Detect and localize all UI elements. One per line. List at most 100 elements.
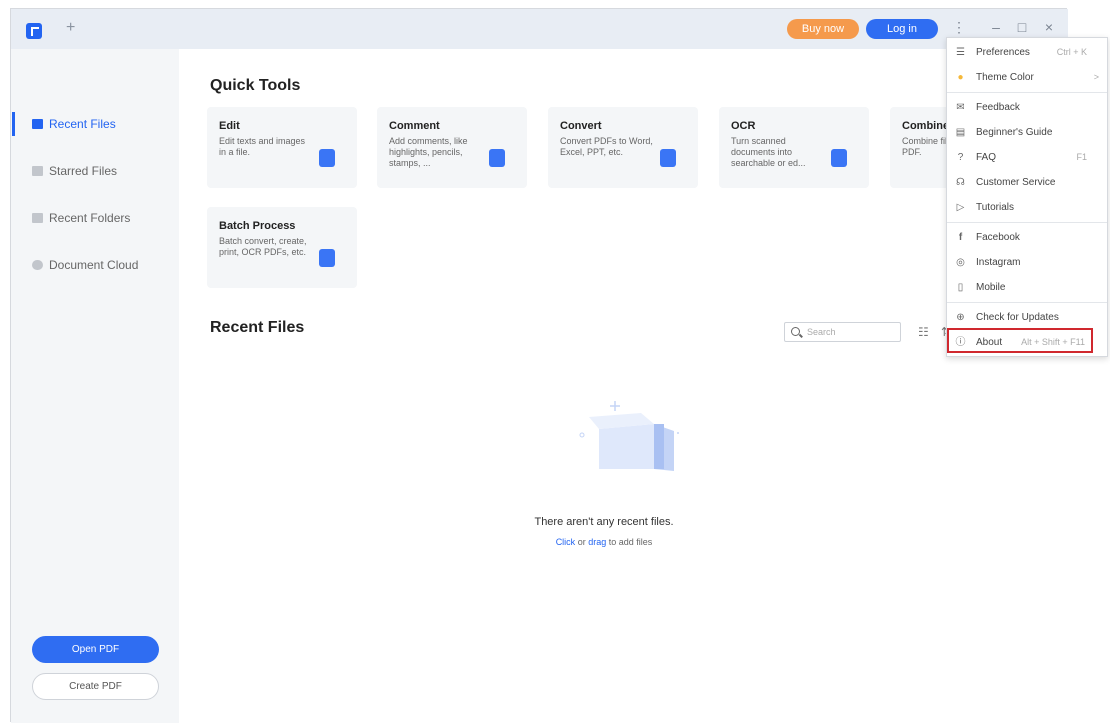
sidebar-item-recent-files[interactable]: Recent Files bbox=[11, 112, 179, 136]
sidebar-item-label: Recent Folders bbox=[49, 211, 131, 225]
more-menu: ☰ Preferences Ctrl + K ● Theme Color > ✉… bbox=[946, 37, 1108, 357]
search-icon bbox=[791, 327, 800, 336]
title-bar: + Buy now Log in ⋮ – □ × bbox=[11, 9, 1068, 49]
minimize-button[interactable]: – bbox=[988, 19, 1004, 35]
tool-desc: Add comments, like highlights, pencils, … bbox=[389, 136, 468, 168]
sidebar-item-label: Document Cloud bbox=[49, 258, 139, 272]
tool-name: Convert bbox=[560, 120, 602, 132]
headset-icon: ☊ bbox=[956, 177, 965, 188]
menu-divider bbox=[947, 92, 1107, 93]
main-content: Quick Tools Edit Edit texts and images i… bbox=[179, 49, 1068, 723]
recent-files-icon bbox=[32, 119, 43, 129]
more-menu-icon[interactable]: ⋮ bbox=[951, 19, 967, 36]
menu-item-label: Mobile bbox=[976, 282, 1006, 293]
menu-item-customer-service[interactable]: ☊ Customer Service bbox=[947, 170, 1107, 195]
tool-name: Comment bbox=[389, 120, 440, 132]
menu-item-check-for-updates[interactable]: ⊕ Check for Updates bbox=[947, 305, 1107, 330]
menu-item-beginners-guide[interactable]: ▤ Beginner's Guide bbox=[947, 120, 1107, 145]
about-highlight-box bbox=[947, 328, 1093, 353]
tool-card-batch-process[interactable]: Batch Process Batch convert, create, pri… bbox=[207, 207, 357, 288]
tool-desc: Edit texts and images in a file. bbox=[219, 136, 306, 157]
tool-desc: Batch convert, create, print, OCR PDFs, … bbox=[219, 236, 307, 257]
menu-item-facebook[interactable]: f Facebook bbox=[947, 225, 1107, 250]
guide-icon: ▤ bbox=[955, 127, 966, 138]
maximize-button[interactable]: □ bbox=[1014, 19, 1030, 35]
menu-item-label: Feedback bbox=[976, 102, 1020, 113]
menu-item-label: Instagram bbox=[976, 257, 1021, 268]
menu-item-instagram[interactable]: ◎ Instagram bbox=[947, 250, 1107, 275]
sidebar-item-label: Recent Files bbox=[49, 117, 116, 131]
click-link[interactable]: Click bbox=[556, 537, 576, 547]
menu-item-label: Beginner's Guide bbox=[976, 127, 1053, 138]
mobile-icon: ▯ bbox=[957, 282, 964, 293]
empty-box-illustration bbox=[579, 401, 679, 471]
faq-icon: ? bbox=[957, 152, 964, 163]
tool-desc: Convert PDFs to Word, Excel, PPT, etc. bbox=[560, 136, 653, 157]
comment-icon bbox=[484, 144, 505, 167]
log-in-button[interactable]: Log in bbox=[866, 19, 938, 39]
open-pdf-button[interactable]: Open PDF bbox=[32, 636, 159, 663]
list-view-icon[interactable]: ☷ bbox=[918, 325, 932, 339]
close-button[interactable]: × bbox=[1041, 19, 1057, 35]
menu-item-theme-color[interactable]: ● Theme Color > bbox=[947, 65, 1107, 90]
star-icon bbox=[32, 166, 43, 176]
menu-item-mobile[interactable]: ▯ Mobile bbox=[947, 275, 1107, 300]
folder-icon bbox=[32, 213, 43, 223]
sidebar-item-label: Starred Files bbox=[49, 164, 118, 178]
add-files-text: to add files bbox=[608, 537, 653, 547]
convert-icon bbox=[655, 144, 676, 167]
menu-item-faq[interactable]: ? FAQ F1 bbox=[947, 145, 1107, 170]
ocr-icon bbox=[826, 144, 847, 167]
empty-state-hint: Click or drag to add files bbox=[479, 537, 729, 547]
batch-icon bbox=[314, 244, 335, 267]
app-window: + Buy now Log in ⋮ – □ × Recent Files St… bbox=[10, 8, 1068, 723]
tool-name: Batch Process bbox=[219, 220, 296, 232]
play-icon: ▷ bbox=[956, 202, 965, 213]
quick-tools-title: Quick Tools bbox=[210, 77, 301, 94]
tool-card-ocr[interactable]: OCR Turn scanned documents into searchab… bbox=[719, 107, 869, 188]
sidebar-item-document-cloud[interactable]: Document Cloud bbox=[11, 253, 179, 277]
menu-item-shortcut: F1 bbox=[1076, 152, 1087, 162]
app-logo-icon bbox=[26, 23, 42, 39]
sliders-icon: ☰ bbox=[956, 47, 965, 58]
menu-divider bbox=[947, 302, 1107, 303]
search-placeholder: Search bbox=[807, 327, 836, 337]
menu-item-label: Customer Service bbox=[976, 177, 1056, 188]
menu-item-label: Preferences bbox=[976, 47, 1030, 58]
sidebar-item-recent-folders[interactable]: Recent Folders bbox=[11, 206, 179, 230]
menu-item-label: Check for Updates bbox=[976, 312, 1059, 323]
new-tab-button[interactable]: + bbox=[66, 19, 75, 37]
empty-state-title: There aren't any recent files. bbox=[534, 516, 674, 528]
menu-item-label: Facebook bbox=[976, 232, 1020, 243]
sidebar: Recent Files Starred Files Recent Folder… bbox=[11, 49, 179, 723]
buy-now-button[interactable]: Buy now bbox=[787, 19, 859, 39]
tool-card-edit[interactable]: Edit Edit texts and images in a file. bbox=[207, 107, 357, 188]
feedback-icon: ✉ bbox=[956, 102, 965, 113]
tool-card-comment[interactable]: Comment Add comments, like highlights, p… bbox=[377, 107, 527, 188]
tool-desc: Turn scanned documents into searchable o… bbox=[731, 136, 806, 168]
or-text: or bbox=[577, 537, 586, 547]
update-icon: ⊕ bbox=[956, 312, 965, 323]
chevron-right-icon: > bbox=[1093, 72, 1099, 82]
sidebar-item-starred-files[interactable]: Starred Files bbox=[11, 159, 179, 183]
active-indicator bbox=[12, 112, 15, 136]
edit-icon bbox=[314, 144, 335, 167]
menu-item-label: Tutorials bbox=[976, 202, 1014, 213]
tool-name: OCR bbox=[731, 120, 756, 132]
menu-item-label: FAQ bbox=[976, 152, 997, 163]
menu-item-preferences[interactable]: ☰ Preferences Ctrl + K bbox=[947, 40, 1107, 65]
menu-item-label: Theme Color bbox=[976, 72, 1034, 83]
cloud-icon bbox=[32, 260, 43, 270]
menu-divider bbox=[947, 222, 1107, 223]
facebook-icon: f bbox=[958, 232, 963, 243]
create-pdf-button[interactable]: Create PDF bbox=[32, 673, 159, 700]
menu-item-feedback[interactable]: ✉ Feedback bbox=[947, 95, 1107, 120]
instagram-icon: ◎ bbox=[956, 257, 965, 268]
menu-item-shortcut: Ctrl + K bbox=[1056, 47, 1087, 57]
menu-item-tutorials[interactable]: ▷ Tutorials bbox=[947, 195, 1107, 220]
recent-files-title: Recent Files bbox=[210, 319, 305, 336]
search-input[interactable]: Search bbox=[784, 322, 901, 342]
theme-dot-icon: ● bbox=[957, 72, 964, 83]
tool-card-convert[interactable]: Convert Convert PDFs to Word, Excel, PPT… bbox=[548, 107, 698, 188]
drag-link[interactable]: drag bbox=[588, 537, 606, 547]
